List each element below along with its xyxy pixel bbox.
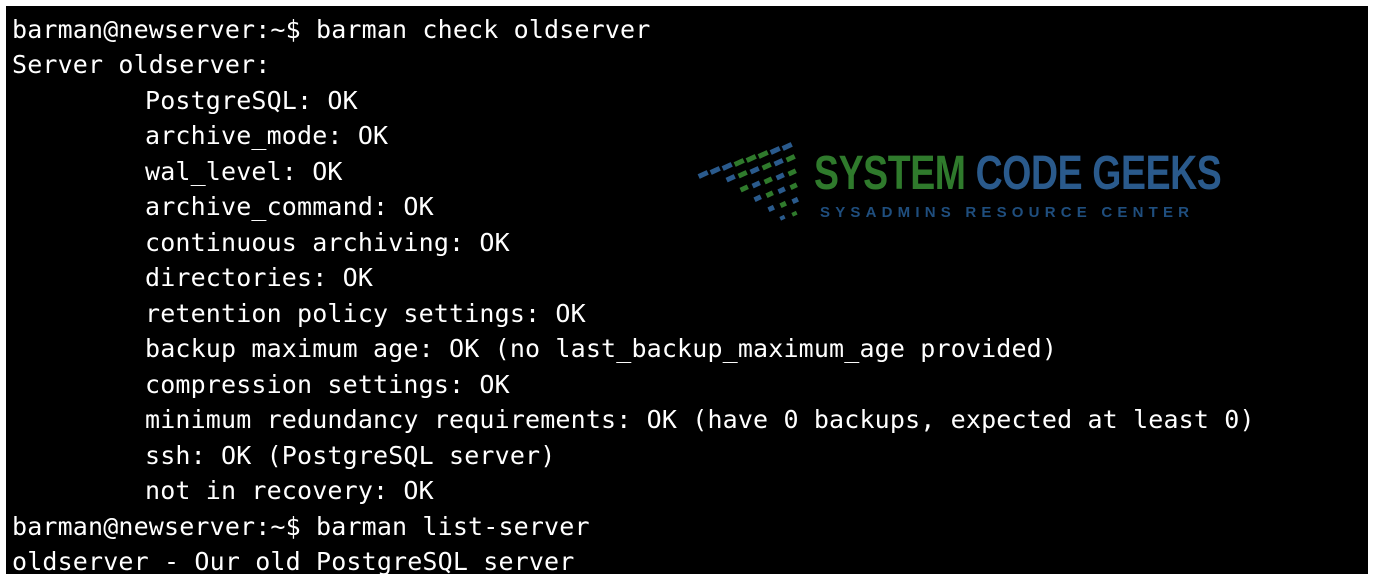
output-line: not in recovery: OK — [145, 476, 434, 505]
output-line: minimum redundancy requirements: OK (hav… — [145, 405, 1255, 434]
watermark-logo: SYSTEM CODE GEEKS SYSADMINS RESOURCE CEN… — [696, 134, 1222, 229]
output-line: archive_mode: OK — [145, 121, 389, 150]
watermark-word-code-geeks: CODE GEEKS — [975, 147, 1222, 200]
terminal-window[interactable]: barman@newserver:~$ barman check oldserv… — [6, 6, 1368, 574]
output-line: Server oldserver: — [12, 50, 271, 79]
output-line: ssh: OK (PostgreSQL server) — [145, 441, 556, 470]
output-line: backup maximum age: OK (no last_backup_m… — [145, 334, 1058, 363]
output-line: continuous archiving: OK — [145, 228, 510, 257]
watermark-subtitle: SYSADMINS RESOURCE CENTER — [820, 204, 1195, 221]
output-line: wal_level: OK — [145, 157, 343, 186]
watermark-word-system: SYSTEM — [814, 147, 966, 200]
output-line: PostgreSQL: OK — [145, 86, 358, 115]
output-line: oldserver - Our old PostgreSQL server — [12, 547, 575, 574]
prompt-line: barman@newserver:~$ barman list-server — [12, 512, 590, 541]
prompt-line: barman@newserver:~$ barman check oldserv… — [12, 15, 651, 44]
watermark-title: SYSTEM CODE GEEKS — [814, 146, 1222, 201]
output-line: archive_command: OK — [145, 192, 434, 221]
output-line: compression settings: OK — [145, 370, 510, 399]
output-line: retention policy settings: OK — [145, 299, 586, 328]
geek-logo-icon — [697, 142, 799, 221]
output-line: directories: OK — [145, 263, 374, 292]
